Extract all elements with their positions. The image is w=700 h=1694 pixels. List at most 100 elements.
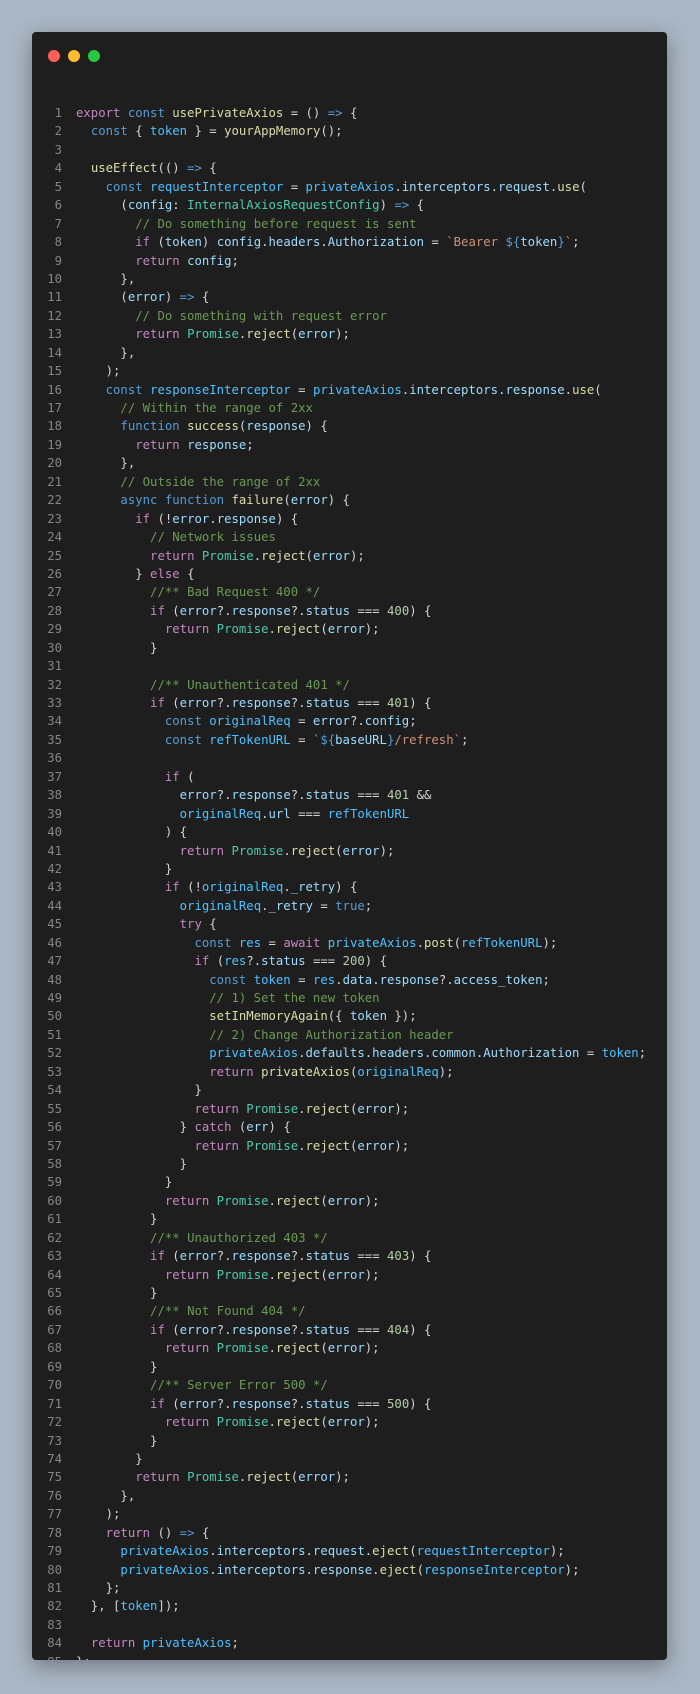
line-number: 46 (47, 935, 62, 950)
code-text: // 2) Change Authorization header (76, 1026, 454, 1044)
code-token: . (209, 511, 217, 526)
code-token: token (349, 1009, 387, 1024)
line-number: 4 (54, 161, 62, 176)
line-number: 59 (47, 1175, 62, 1190)
line-number: 33 (47, 696, 62, 710)
code-token: ); (364, 1341, 380, 1356)
code-token: ; (638, 1046, 647, 1061)
code-token: : (172, 198, 188, 213)
zoom-window-button[interactable] (88, 50, 100, 62)
code-token: interceptors (216, 1544, 306, 1559)
code-text: async function failure(error) { (76, 491, 350, 509)
code-token: ; (461, 732, 469, 747)
code-token: } (76, 1120, 195, 1135)
code-token: ) (164, 290, 180, 305)
code-token: baseURL (335, 732, 387, 747)
code-token: error (179, 788, 217, 803)
line-number: 49 (47, 991, 62, 1005)
code-token: ; (542, 972, 550, 987)
code-token: = (283, 179, 306, 194)
code-token: ( (76, 290, 128, 305)
code-token: ${ (320, 732, 336, 747)
code-token: 200 (342, 954, 365, 969)
line-number: 76 (47, 1488, 62, 1503)
code-line: 3 (32, 141, 667, 159)
code-token: data (342, 972, 373, 987)
code-token: }, (76, 1488, 136, 1503)
code-text: privateAxios.interceptors.response.eject… (76, 1561, 579, 1579)
code-token: = (424, 235, 447, 250)
code-token: Authorization (483, 1046, 580, 1061)
code-token: catch (194, 1120, 239, 1135)
code-token: 400 (387, 603, 410, 618)
code-token: status (261, 954, 306, 969)
code-line: 15 ); (32, 362, 667, 380)
line-number: 55 (47, 1101, 62, 1116)
code-token: { (194, 290, 210, 305)
code-token: ({ (327, 1009, 350, 1024)
code-line: 45 try { (32, 915, 667, 933)
line-number: 67 (47, 1322, 62, 1337)
code-token: response (505, 382, 565, 397)
code-token: reject (246, 1470, 291, 1485)
line-number: 72 (47, 1415, 62, 1430)
line-number: 11 (47, 290, 62, 305)
line-number: 60 (47, 1193, 62, 1208)
code-token: } (76, 1156, 188, 1171)
code-line: 23 if (!error.response) { (32, 510, 667, 528)
close-window-button[interactable] (48, 50, 60, 62)
code-token: //** Unauthorized 403 */ (150, 1230, 328, 1245)
code-token: status (305, 696, 350, 710)
line-number: 12 (47, 308, 62, 323)
code-line: 60 return Promise.reject(error); (32, 1192, 667, 1210)
code-line: 66 //** Not Found 404 */ (32, 1302, 667, 1320)
minimize-window-button[interactable] (68, 50, 80, 62)
code-token: => (187, 161, 202, 176)
code-token: return (209, 1064, 262, 1079)
code-token: }); (386, 1009, 417, 1024)
code-line: 77 ); (32, 1505, 667, 1523)
code-token: use (557, 179, 580, 194)
code-token: const (164, 732, 210, 747)
code-line: 74 } (32, 1450, 667, 1468)
line-number: 54 (47, 1083, 62, 1098)
code-line: 27 //** Bad Request 400 */ (32, 583, 667, 601)
code-line: 35 const refTokenURL = `${baseURL}/refre… (32, 731, 667, 749)
code-line: 40 ) { (32, 823, 667, 841)
code-line: 46 const res = await privateAxios.post(r… (32, 934, 667, 952)
code-token: 404 (387, 1322, 410, 1337)
code-token: ) { (268, 1120, 291, 1135)
code-line: 56 } catch (err) { (32, 1118, 667, 1136)
code-token: . (268, 1193, 276, 1208)
code-text: if (error?.response?.status === 403) { (76, 1247, 431, 1265)
code-token: refTokenURL (327, 806, 410, 821)
code-token: privateAxios (120, 1544, 210, 1559)
code-token: } (76, 1286, 158, 1300)
code-token: ?. (216, 1249, 232, 1264)
code-token: return (179, 843, 232, 858)
code-token: const (105, 179, 151, 194)
code-token: ) { (327, 493, 350, 508)
line-number: 63 (47, 1249, 62, 1264)
code-token: ); (564, 1562, 580, 1577)
code-token: }, (76, 456, 136, 471)
line-number: 78 (47, 1525, 62, 1540)
code-text: } (76, 1173, 172, 1191)
code-token: request (312, 1544, 365, 1559)
code-token: . (209, 1562, 217, 1577)
code-token: // 2) Change Authorization header (209, 1027, 454, 1042)
code-line: 18 function success(response) { (32, 417, 667, 435)
code-token: { (209, 917, 217, 932)
code-token: ?. (349, 714, 365, 729)
code-text: } (76, 1284, 157, 1302)
code-token: if (150, 1396, 173, 1411)
